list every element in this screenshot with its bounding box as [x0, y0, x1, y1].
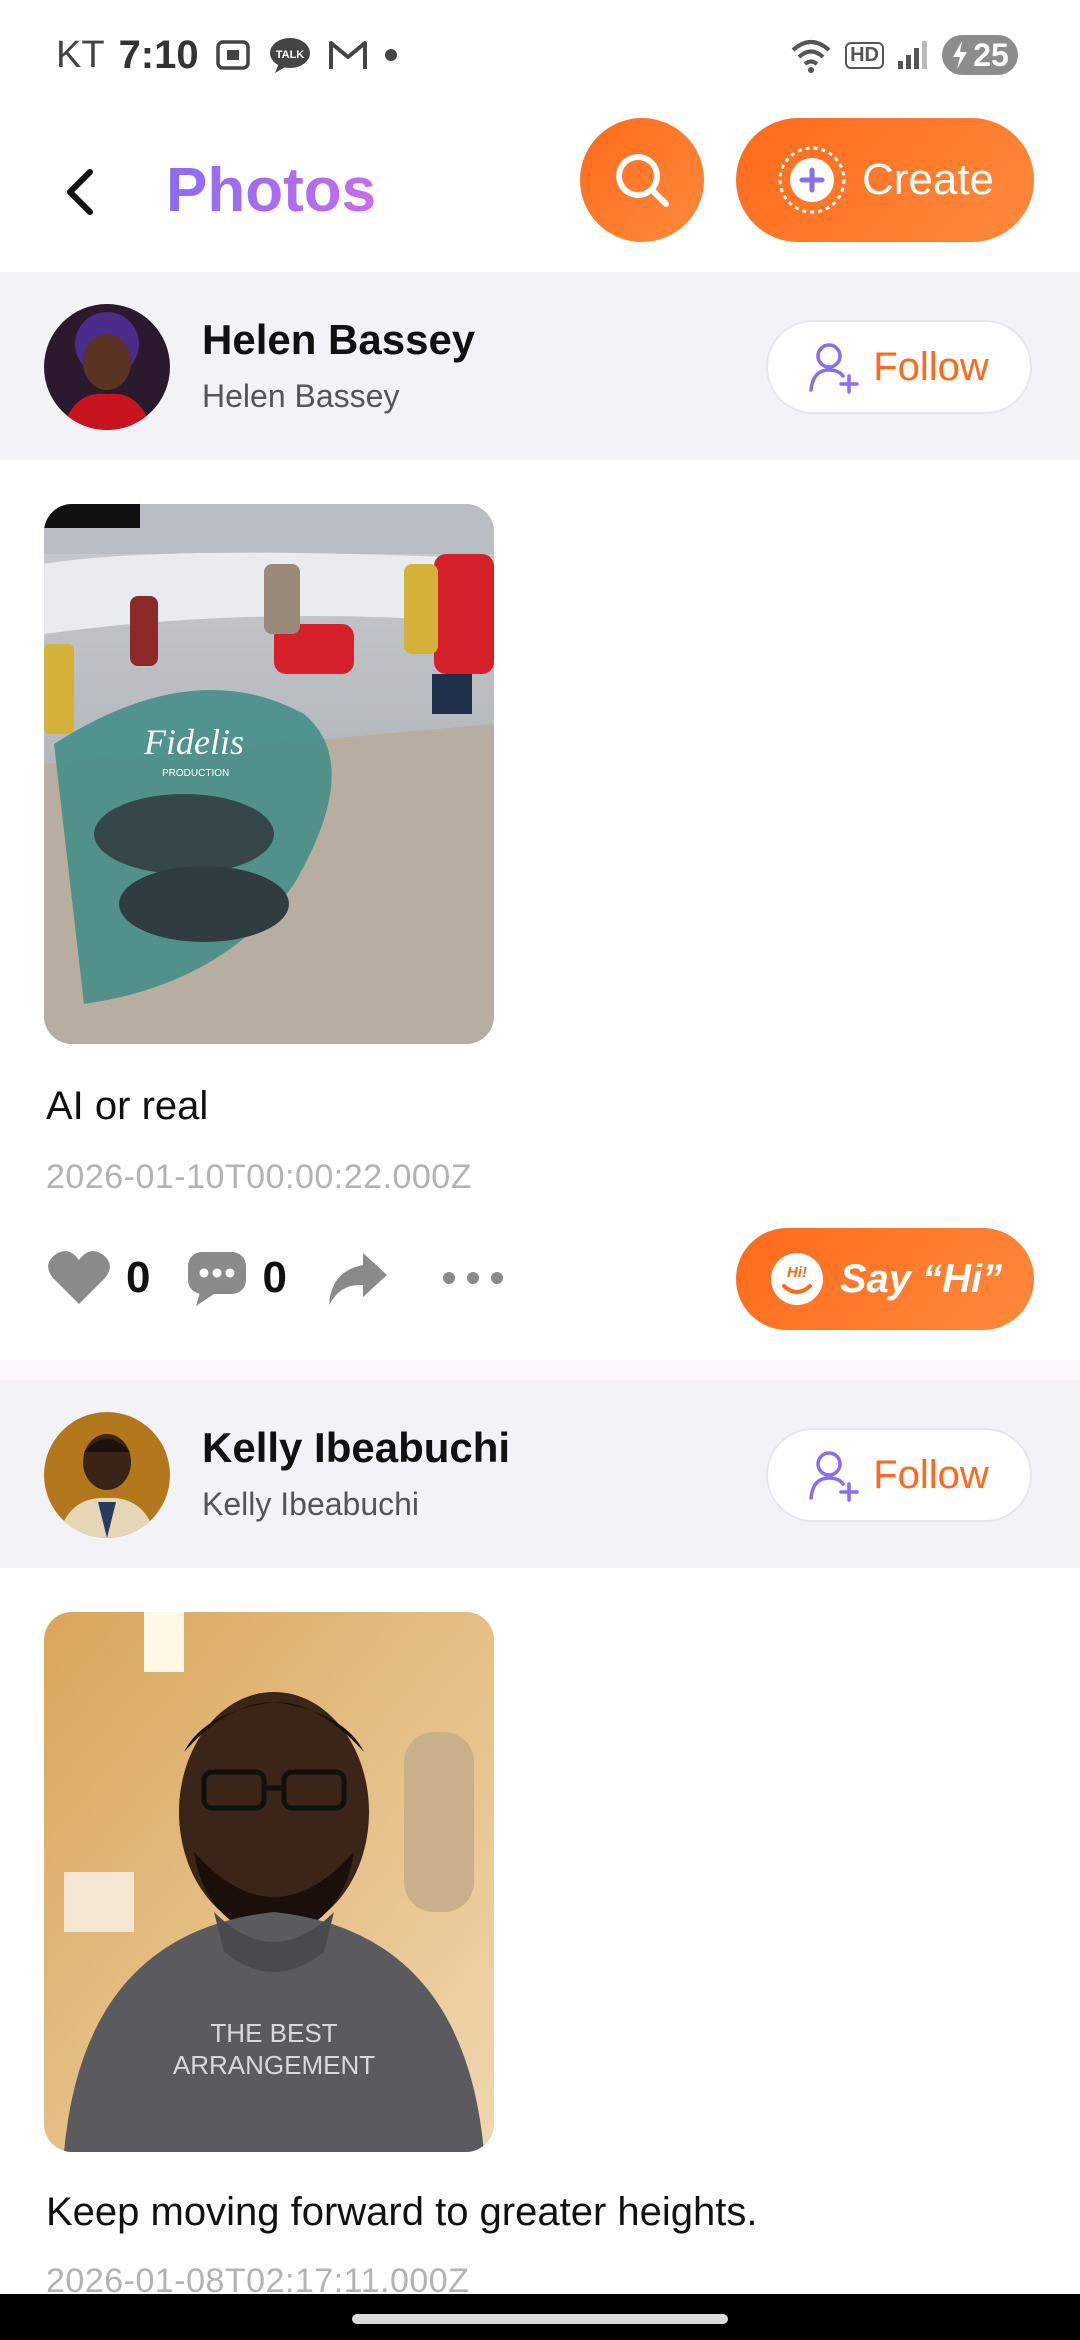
comment-icon: [188, 1252, 247, 1306]
author-handle: Kelly Ibeabuchi: [202, 1486, 420, 1522]
comment-count: 0: [262, 1253, 287, 1302]
back-button[interactable]: [60, 152, 116, 232]
share-button[interactable]: [327, 1249, 389, 1307]
charging-icon: [953, 41, 968, 69]
post-photo[interactable]: THE BEST ARRANGEMENT: [44, 1612, 494, 2152]
author-handle: Helen Bassey: [202, 378, 400, 414]
like-button[interactable]: 0: [46, 1248, 150, 1308]
share-icon: [328, 1253, 387, 1305]
add-user-icon: [809, 1451, 859, 1502]
follow-label: Follow: [873, 344, 989, 389]
app-header: Photos Create: [0, 110, 1080, 272]
post-author-bar: Kelly Ibeabuchi Kelly Ibeabuchi Follow: [0, 1380, 1080, 1568]
talk-icon: TALK: [267, 35, 313, 75]
status-bar: KT 7:10 TALK HD 25: [0, 0, 1080, 110]
say-hi-label: Say “Hi”: [839, 1256, 1003, 1301]
avatar[interactable]: [44, 1412, 170, 1538]
author-name[interactable]: Helen Bassey: [202, 316, 475, 364]
post-divider: [0, 1360, 1080, 1380]
search-icon: [616, 154, 669, 207]
shirt-text-line-1: THE BEST: [210, 2018, 337, 2048]
home-gesture-handle[interactable]: [352, 2314, 728, 2324]
post-timestamp: 2026-01-10T00:00:22.000Z: [46, 1158, 472, 1196]
author-name[interactable]: Kelly Ibeabuchi: [202, 1424, 510, 1472]
more-dots-icon: [442, 1272, 503, 1284]
create-button[interactable]: Create: [736, 118, 1034, 242]
comment-button[interactable]: 0: [186, 1248, 287, 1308]
post-caption: AI or real: [46, 1084, 209, 1128]
post-actions: 0 0: [46, 1238, 505, 1318]
post-author-bar: Helen Bassey Helen Bassey Follow: [0, 272, 1080, 460]
back-arrow-icon: [67, 169, 93, 215]
carrier-label: KT: [56, 33, 105, 76]
follow-button[interactable]: Follow: [766, 320, 1032, 414]
photo-watermark: Fidelis: [143, 722, 244, 762]
notification-dot-icon: [383, 47, 399, 63]
say-hi-badge: Hi!: [787, 1264, 807, 1281]
follow-label: Follow: [873, 1452, 989, 1497]
post-caption: Keep moving forward to greater heights.: [46, 2190, 758, 2234]
heart-icon: [48, 1251, 110, 1304]
photo-watermark-sub: PRODUCTION: [162, 768, 229, 779]
shirt-text-line-2: ARRANGEMENT: [173, 2050, 375, 2080]
say-hi-icon: Hi!: [770, 1253, 823, 1305]
add-user-icon: [809, 343, 859, 394]
gmail-icon: [327, 37, 369, 73]
page-title: Photos: [166, 146, 376, 236]
post-photo[interactable]: Fidelis PRODUCTION: [44, 504, 494, 1044]
create-label: Create: [861, 155, 995, 204]
say-hi-button[interactable]: Hi! Say “Hi”: [736, 1228, 1034, 1330]
system-navigation-bar: [0, 2294, 1080, 2340]
battery-indicator: 25: [942, 35, 1018, 75]
more-button[interactable]: [441, 1268, 505, 1288]
create-plus-icon: [778, 146, 846, 214]
search-button[interactable]: [580, 118, 704, 242]
clock: 7:10: [118, 32, 199, 77]
follow-button[interactable]: Follow: [766, 1428, 1032, 1522]
avatar[interactable]: [44, 304, 170, 430]
hd-icon: HD: [845, 41, 884, 69]
like-count: 0: [126, 1253, 151, 1302]
talk-badge: TALK: [275, 49, 304, 61]
screenshot-icon: [213, 35, 253, 75]
battery-level: 25: [973, 36, 1009, 73]
signal-icon: [896, 39, 930, 71]
wifi-icon: [789, 36, 833, 74]
